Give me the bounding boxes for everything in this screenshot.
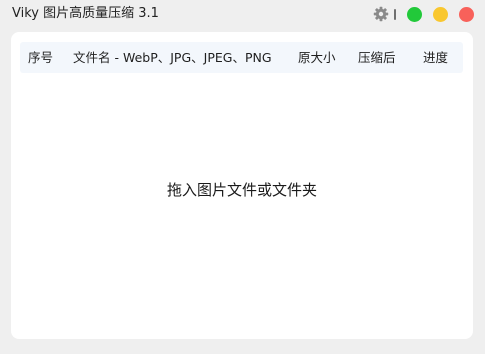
- column-header-progress[interactable]: 进度: [423, 50, 448, 65]
- controls-divider: [394, 8, 396, 20]
- column-header-filename[interactable]: 文件名 - WebP、JPG、JPEG、PNG: [73, 50, 272, 65]
- drop-zone-hint: 拖入图片文件或文件夹: [166, 181, 317, 199]
- gear-icon[interactable]: [373, 6, 389, 22]
- window-controls: [373, 6, 474, 22]
- column-header-original-size[interactable]: 原大小: [298, 50, 336, 65]
- table-header: 序号 文件名 - WebP、JPG、JPEG、PNG 原大小 压缩后 进度: [20, 42, 463, 73]
- app-title: Viky 图片高质量压缩 3.1: [12, 6, 159, 21]
- minimize-button[interactable]: [433, 6, 448, 22]
- file-list-panel[interactable]: 序号 文件名 - WebP、JPG、JPEG、PNG 原大小 压缩后 进度 拖入…: [11, 32, 473, 339]
- close-button[interactable]: [459, 6, 474, 22]
- title-bar[interactable]: Viky 图片高质量压缩 3.1: [0, 0, 485, 30]
- maximize-button[interactable]: [407, 6, 422, 22]
- column-header-index[interactable]: 序号: [28, 50, 53, 65]
- column-header-compressed-size[interactable]: 压缩后: [358, 50, 396, 65]
